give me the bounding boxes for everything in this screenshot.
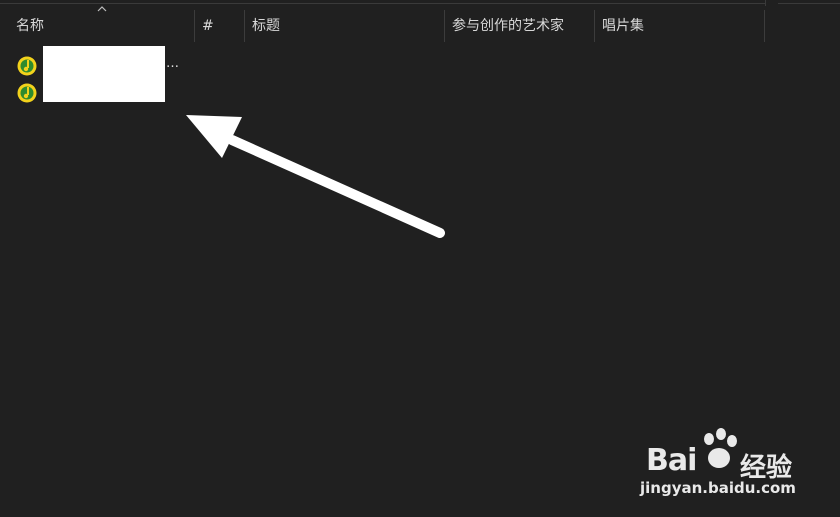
paw-icon: [704, 428, 737, 468]
baidu-watermark: Bai 经验 jingyan.baidu.com: [640, 425, 840, 517]
watermark-brand: Bai: [646, 443, 697, 478]
watermark-url: jingyan.baidu.com: [640, 479, 796, 497]
